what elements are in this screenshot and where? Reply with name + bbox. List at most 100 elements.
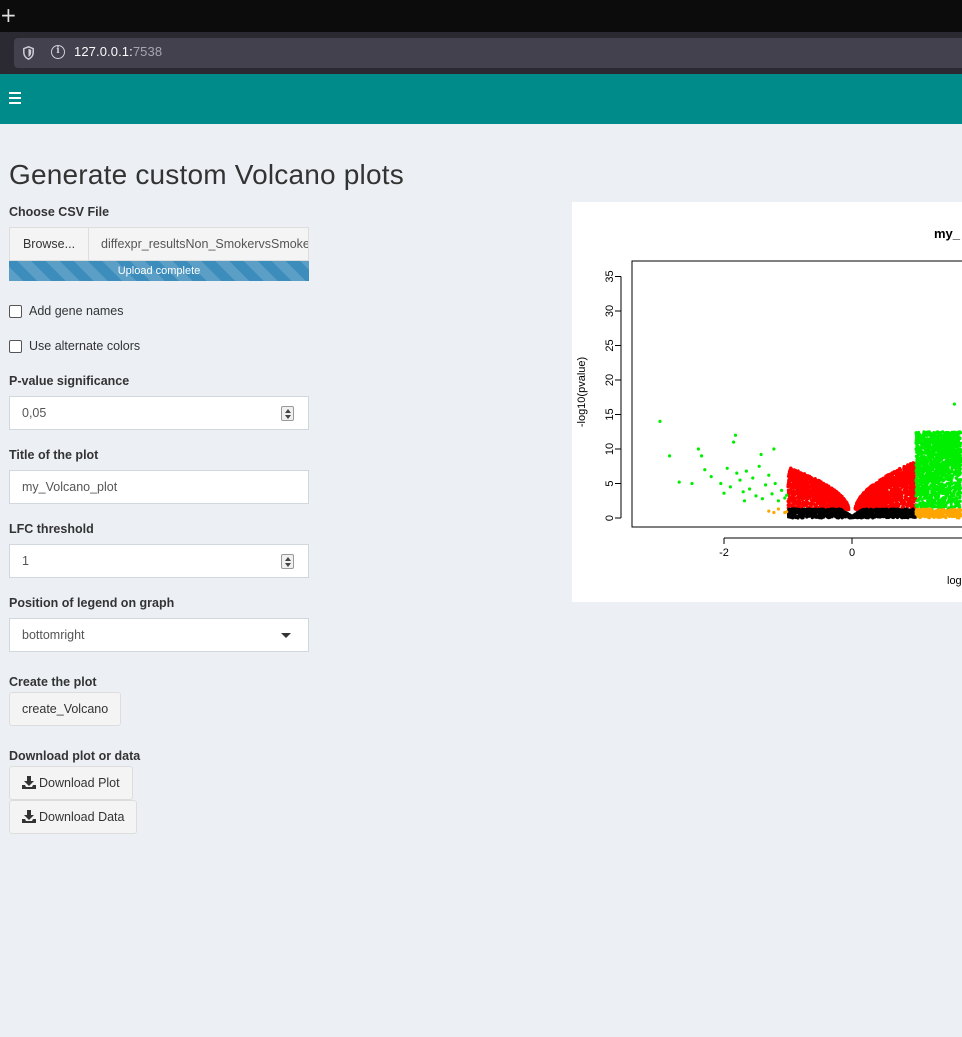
data-point xyxy=(946,478,950,482)
data-point xyxy=(807,502,811,506)
pvalue-stepper[interactable] xyxy=(281,406,294,421)
data-point xyxy=(940,512,944,516)
data-point xyxy=(905,503,909,507)
data-point xyxy=(919,451,923,455)
data-point xyxy=(957,482,961,486)
data-point xyxy=(816,498,820,502)
data-point xyxy=(958,460,962,464)
data-point xyxy=(926,492,930,496)
y-axis-label: -log10(pvalue) xyxy=(576,357,588,427)
data-point xyxy=(827,484,831,488)
data-point xyxy=(807,508,812,512)
data-point xyxy=(952,443,956,447)
browse-button[interactable]: Browse... xyxy=(9,227,89,261)
chevron-down-icon[interactable] xyxy=(281,633,291,638)
data-point xyxy=(918,456,922,461)
data-point xyxy=(891,483,895,487)
data-point xyxy=(820,483,824,487)
data-point xyxy=(910,495,914,499)
lfc-stepper[interactable] xyxy=(281,554,294,569)
data-point xyxy=(870,483,874,488)
data-point xyxy=(915,476,919,480)
data-point xyxy=(787,478,791,483)
data-point xyxy=(905,496,909,500)
download-plot-button[interactable]: Download Plot xyxy=(9,766,133,800)
data-point xyxy=(836,494,840,498)
file-name-field[interactable]: diffexpr_resultsNon_SmokervsSmoker xyxy=(88,227,309,261)
data-point xyxy=(786,499,790,503)
data-point xyxy=(837,501,841,505)
data-point xyxy=(793,484,797,489)
data-point xyxy=(895,477,899,481)
chart-title: my_ xyxy=(934,226,961,241)
data-point xyxy=(871,492,876,496)
data-point xyxy=(844,506,848,510)
data-point xyxy=(931,447,935,451)
data-point xyxy=(957,488,961,492)
plot-title-input[interactable]: my_Volcano_plot xyxy=(9,470,309,504)
data-point xyxy=(807,495,811,499)
data-point xyxy=(871,487,875,491)
y-tick-label: 35 xyxy=(604,270,616,282)
data-point xyxy=(885,512,889,517)
data-point xyxy=(919,479,924,483)
data-point xyxy=(809,476,813,480)
data-point xyxy=(942,491,946,495)
alternate-colors-label[interactable]: Use alternate colors xyxy=(29,339,140,353)
data-point xyxy=(812,497,816,502)
data-point xyxy=(955,435,959,440)
create-volcano-button[interactable]: create_Volcano xyxy=(9,692,122,726)
new-tab-button[interactable]: + xyxy=(0,3,17,27)
data-point xyxy=(891,508,895,512)
data-point xyxy=(930,500,934,505)
download-data-button[interactable]: Download Data xyxy=(9,800,138,834)
data-point xyxy=(790,514,794,518)
legend-position-select[interactable]: bottomright xyxy=(9,618,309,652)
data-point xyxy=(953,452,957,456)
data-point xyxy=(948,499,952,504)
data-point xyxy=(920,468,924,472)
alternate-colors-checkbox[interactable] xyxy=(9,340,22,353)
data-point xyxy=(930,463,934,468)
data-point xyxy=(936,435,940,439)
data-point xyxy=(917,430,921,435)
data-point xyxy=(832,508,837,512)
data-point xyxy=(937,455,941,459)
data-point xyxy=(928,457,932,461)
data-point xyxy=(924,489,928,493)
info-icon[interactable]: i xyxy=(51,45,65,59)
url-text[interactable]: 127.0.0.1:7538 xyxy=(74,44,162,59)
data-point xyxy=(944,445,948,449)
data-point xyxy=(934,485,938,489)
data-point xyxy=(915,449,919,453)
add-gene-names-checkbox[interactable] xyxy=(9,305,22,318)
data-point xyxy=(928,446,933,450)
data-point xyxy=(898,509,902,513)
data-point xyxy=(819,496,823,500)
data-point xyxy=(915,444,920,448)
url-bar[interactable]: i 127.0.0.1:7538 xyxy=(14,38,962,68)
y-tick-label: 15 xyxy=(604,408,616,420)
y-tick-label: 30 xyxy=(604,305,616,317)
data-point xyxy=(955,448,959,452)
data-point xyxy=(911,480,915,484)
download-label: Download plot or data xyxy=(9,749,141,763)
data-point xyxy=(942,501,946,505)
shield-icon[interactable] xyxy=(23,46,34,60)
browser-navigation-bar: i 127.0.0.1:7538 xyxy=(0,32,962,74)
hamburger-icon[interactable] xyxy=(9,92,21,104)
data-point xyxy=(900,516,904,520)
data-point xyxy=(930,460,934,464)
data-point xyxy=(923,501,927,506)
data-point xyxy=(888,510,892,514)
data-point xyxy=(882,510,886,515)
data-point xyxy=(840,515,844,520)
legend-position-value: bottomright xyxy=(22,628,85,642)
add-gene-names-label[interactable]: Add gene names xyxy=(29,304,124,318)
data-point xyxy=(873,502,877,506)
pvalue-input[interactable]: 0,05 xyxy=(9,396,309,430)
data-point xyxy=(798,474,802,478)
lfc-input[interactable]: 1 xyxy=(9,544,309,578)
download-icon xyxy=(22,809,36,823)
lfc-label: LFC threshold xyxy=(9,522,94,536)
